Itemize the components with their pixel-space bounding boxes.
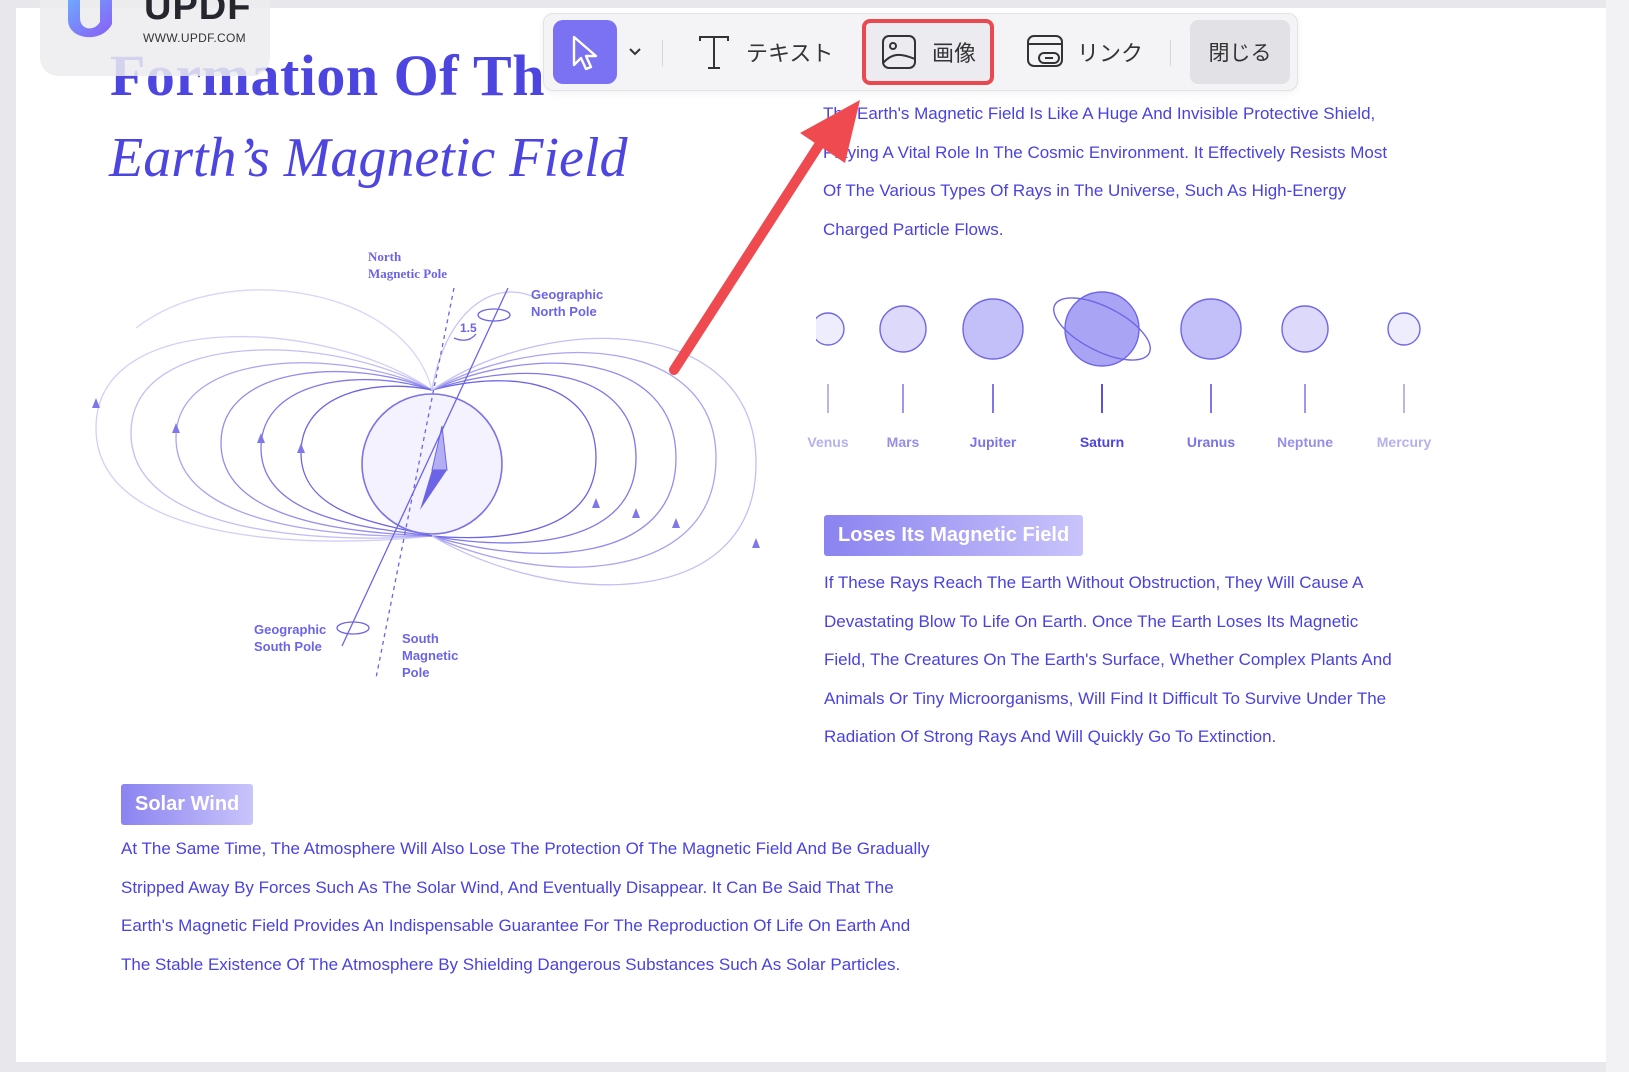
image-tool-icon — [882, 35, 916, 69]
link-tool-icon — [1027, 35, 1063, 67]
edit-toolbar: テキスト 画像 リンク 閉じる — [543, 13, 1298, 91]
close-button[interactable]: 閉じる — [1190, 20, 1290, 84]
image-tool-button[interactable]: 画像 — [862, 19, 995, 85]
chevron-down-icon — [629, 48, 641, 56]
close-label: 閉じる — [1208, 41, 1272, 65]
select-tool-button[interactable] — [553, 20, 617, 84]
image-tool-label: 画像 — [932, 42, 977, 67]
text-tool-label: テキスト — [746, 42, 834, 67]
select-tool-dropdown[interactable] — [621, 22, 649, 82]
link-tool-button[interactable]: リンク — [1025, 22, 1143, 82]
cursor-arrow-icon — [572, 35, 598, 71]
toolbar-divider — [662, 40, 663, 66]
toolbar-divider — [1170, 40, 1171, 66]
text-tool-button[interactable]: テキスト — [694, 22, 833, 82]
link-tool-label: リンク — [1077, 42, 1144, 67]
text-tool-icon — [699, 36, 729, 69]
annotation-arrow — [669, 100, 860, 375]
